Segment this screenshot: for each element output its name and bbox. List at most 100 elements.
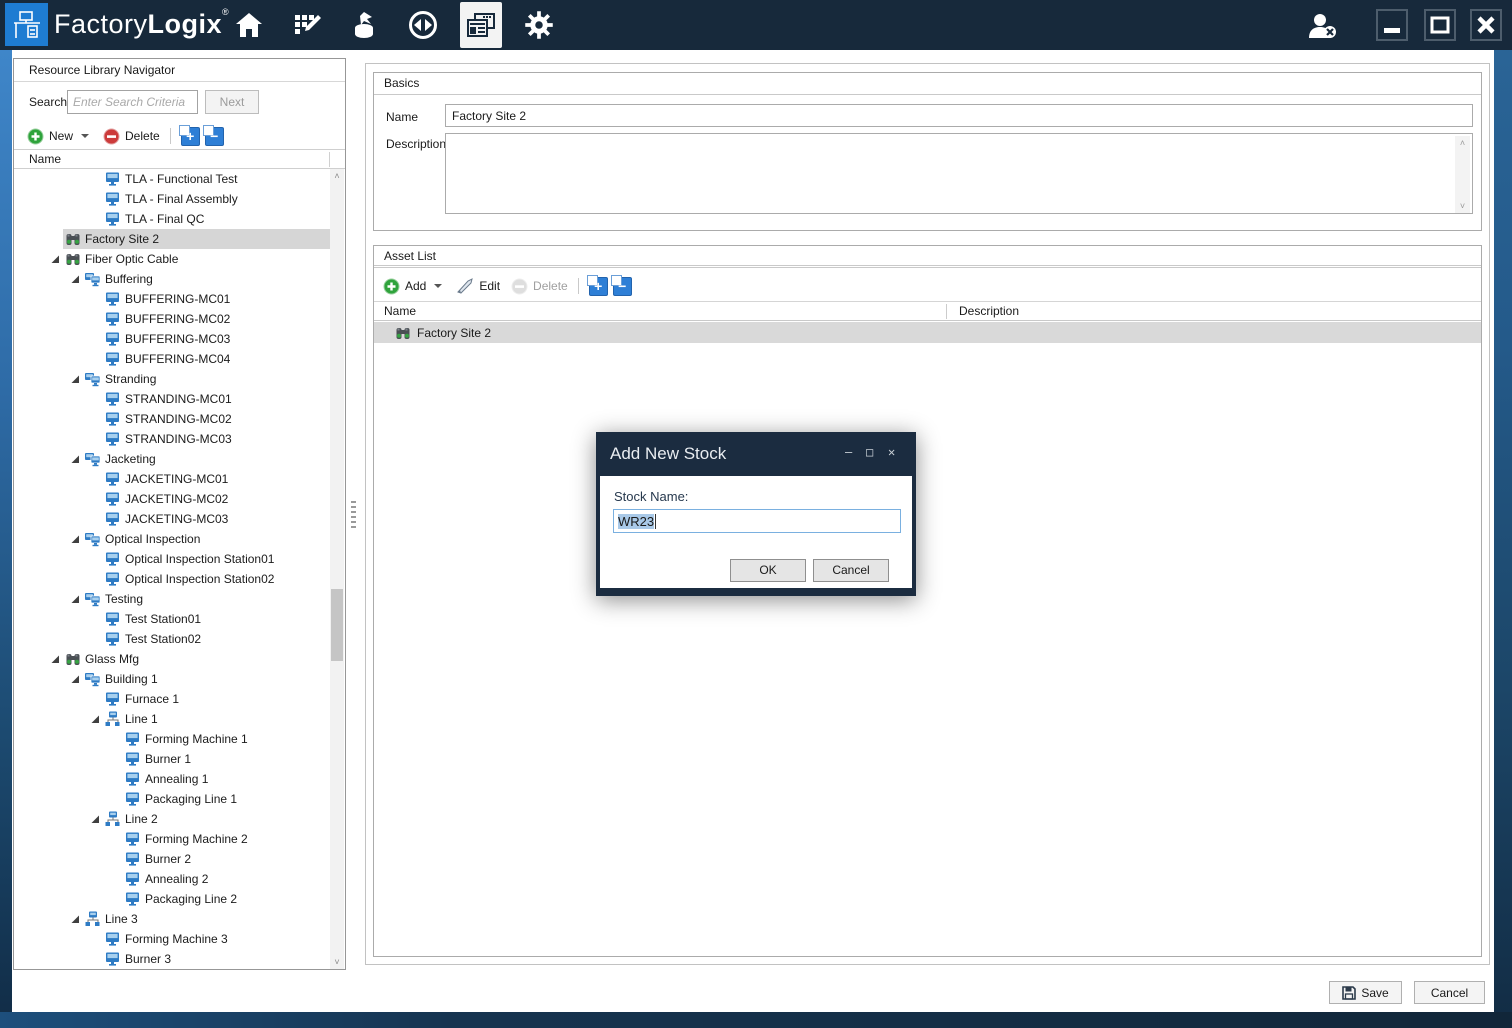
- scroll-up-icon[interactable]: ˄: [330, 169, 344, 183]
- tree-expander-empty: [87, 931, 103, 947]
- tree-expander-icon[interactable]: [67, 591, 83, 607]
- scroll-down-icon[interactable]: ˅: [330, 955, 344, 969]
- tree-item-optical-inspection-station01[interactable]: Optical Inspection Station01: [14, 549, 331, 569]
- tree-expander-icon[interactable]: [67, 911, 83, 927]
- tree-item-fiber-optic-cable[interactable]: Fiber Optic Cable: [14, 249, 331, 269]
- new-button[interactable]: New: [49, 129, 73, 143]
- tree-item-jacketing-mc02[interactable]: JACKETING-MC02: [14, 489, 331, 509]
- tree-expander-icon[interactable]: [47, 251, 63, 267]
- column-separator[interactable]: [946, 304, 947, 319]
- scroll-up-icon[interactable]: ˄: [1455, 136, 1470, 150]
- settings-icon[interactable]: [518, 2, 560, 48]
- tree-item-line-3[interactable]: Line 3: [14, 909, 331, 929]
- name-input[interactable]: [445, 104, 1473, 127]
- tree-item-furnace-1[interactable]: Furnace 1: [14, 689, 331, 709]
- home-icon[interactable]: [228, 2, 270, 48]
- scroll-down-icon[interactable]: ˅: [1455, 199, 1470, 213]
- tree-item-tla-functional-test[interactable]: TLA - Functional Test: [14, 169, 331, 189]
- add-button[interactable]: Add: [405, 279, 426, 293]
- dialog-title-bar[interactable]: Add New Stock – □ ✕: [600, 432, 912, 476]
- tree-item-buffering-mc04[interactable]: BUFFERING-MC04: [14, 349, 331, 369]
- save-button[interactable]: Save: [1329, 981, 1402, 1004]
- tree-item-annealing-1[interactable]: Annealing 1: [14, 769, 331, 789]
- stock-name-input[interactable]: WR23: [613, 509, 901, 533]
- production-icon[interactable]: [460, 2, 502, 48]
- new-dropdown-caret-icon[interactable]: [81, 134, 89, 138]
- tree-item-burner-2[interactable]: Burner 2: [14, 849, 331, 869]
- tree-item-packaging-line-2[interactable]: Packaging Line 2: [14, 889, 331, 909]
- tree-item-building-1[interactable]: Building 1: [14, 669, 331, 689]
- delete-button[interactable]: Delete: [125, 129, 160, 143]
- column-description[interactable]: Description: [959, 304, 1019, 318]
- materials-icon[interactable]: [344, 2, 386, 48]
- tree-item-stranding-mc01[interactable]: STRANDING-MC01: [14, 389, 331, 409]
- panel-splitter[interactable]: [349, 58, 358, 970]
- tree-item-jacketing-mc01[interactable]: JACKETING-MC01: [14, 469, 331, 489]
- dialog-close-icon[interactable]: ✕: [888, 446, 895, 458]
- tree-item-forming-machine-2[interactable]: Forming Machine 2: [14, 829, 331, 849]
- dialog-cancel-button[interactable]: Cancel: [813, 559, 889, 582]
- close-button[interactable]: [1470, 9, 1502, 41]
- tree-item-jacketing-mc03[interactable]: JACKETING-MC03: [14, 509, 331, 529]
- tree-item-optical-inspection[interactable]: Optical Inspection: [14, 529, 331, 549]
- tree-expander-icon[interactable]: [67, 451, 83, 467]
- tree-item-tla-final-assembly[interactable]: TLA - Final Assembly: [14, 189, 331, 209]
- logout-user-icon[interactable]: [1303, 10, 1341, 42]
- cancel-button[interactable]: Cancel: [1414, 981, 1485, 1004]
- ok-button[interactable]: OK: [730, 559, 806, 582]
- tree-item-line-2[interactable]: Line 2: [14, 809, 331, 829]
- tree-item-line-1[interactable]: Line 1: [14, 709, 331, 729]
- maximize-button[interactable]: [1424, 9, 1456, 41]
- tree-item-optical-inspection-station02[interactable]: Optical Inspection Station02: [14, 569, 331, 589]
- tree-expander-icon[interactable]: [67, 371, 83, 387]
- tree-item-test-station01[interactable]: Test Station01: [14, 609, 331, 629]
- description-input[interactable]: [446, 134, 1472, 213]
- collapse-all-button[interactable]: −: [613, 277, 632, 296]
- planning-icon[interactable]: [286, 2, 328, 48]
- tree-item-jacketing[interactable]: Jacketing: [14, 449, 331, 469]
- collapse-all-button[interactable]: −: [205, 127, 224, 146]
- scrollbar-thumb[interactable]: [331, 589, 343, 661]
- tree-item-stranding-mc02[interactable]: STRANDING-MC02: [14, 409, 331, 429]
- next-button[interactable]: Next: [205, 90, 259, 114]
- dialog-maximize-icon[interactable]: □: [866, 446, 873, 458]
- tree-item-factory-site-2[interactable]: Factory Site 2: [14, 229, 331, 249]
- tree-item-buffering-mc01[interactable]: BUFFERING-MC01: [14, 289, 331, 309]
- transfer-icon[interactable]: [402, 2, 444, 48]
- search-input[interactable]: [67, 90, 198, 114]
- tree-expander-icon[interactable]: [87, 811, 103, 827]
- tree-item-forming-machine-3[interactable]: Forming Machine 3: [14, 929, 331, 949]
- edit-button[interactable]: Edit: [479, 279, 500, 293]
- expand-all-button[interactable]: +: [589, 277, 608, 296]
- tree-item-stranding[interactable]: Stranding: [14, 369, 331, 389]
- tree-expander-icon[interactable]: [47, 651, 63, 667]
- tree-item-testing[interactable]: Testing: [14, 589, 331, 609]
- tree-column-header[interactable]: Name: [14, 149, 345, 169]
- tree-item-buffering-mc02[interactable]: BUFFERING-MC02: [14, 309, 331, 329]
- tree-item-burner-3[interactable]: Burner 3: [14, 949, 331, 969]
- asset-row-factory-site-2[interactable]: Factory Site 2: [374, 322, 1481, 343]
- asset-table-header[interactable]: Name Description: [374, 301, 1481, 321]
- description-scrollbar[interactable]: ˄ ˅: [1455, 136, 1470, 213]
- tree-scrollbar[interactable]: ˄ ˅: [330, 169, 344, 969]
- tree-item-forming-machine-1[interactable]: Forming Machine 1: [14, 729, 331, 749]
- tree-item-packaging-line-1[interactable]: Packaging Line 1: [14, 789, 331, 809]
- tree-item-glass-mfg[interactable]: Glass Mfg: [14, 649, 331, 669]
- tree-item-annealing-2[interactable]: Annealing 2: [14, 869, 331, 889]
- tree-expander-icon[interactable]: [67, 671, 83, 687]
- tree-expander-icon[interactable]: [87, 711, 103, 727]
- dialog-minimize-icon[interactable]: –: [845, 446, 852, 458]
- factorylogix-window: FactoryLogix®: [0, 0, 1512, 1028]
- add-dropdown-caret-icon[interactable]: [434, 284, 442, 288]
- tree-item-tla-final-qc[interactable]: TLA - Final QC: [14, 209, 331, 229]
- tree-item-burner-1[interactable]: Burner 1: [14, 749, 331, 769]
- tree-item-buffering-mc03[interactable]: BUFFERING-MC03: [14, 329, 331, 349]
- column-name[interactable]: Name: [384, 304, 416, 318]
- expand-all-button[interactable]: +: [181, 127, 200, 146]
- tree-item-test-station02[interactable]: Test Station02: [14, 629, 331, 649]
- tree-expander-icon[interactable]: [67, 531, 83, 547]
- tree-item-stranding-mc03[interactable]: STRANDING-MC03: [14, 429, 331, 449]
- tree-item-buffering[interactable]: Buffering: [14, 269, 331, 289]
- tree-expander-icon[interactable]: [67, 271, 83, 287]
- minimize-button[interactable]: [1376, 9, 1408, 41]
